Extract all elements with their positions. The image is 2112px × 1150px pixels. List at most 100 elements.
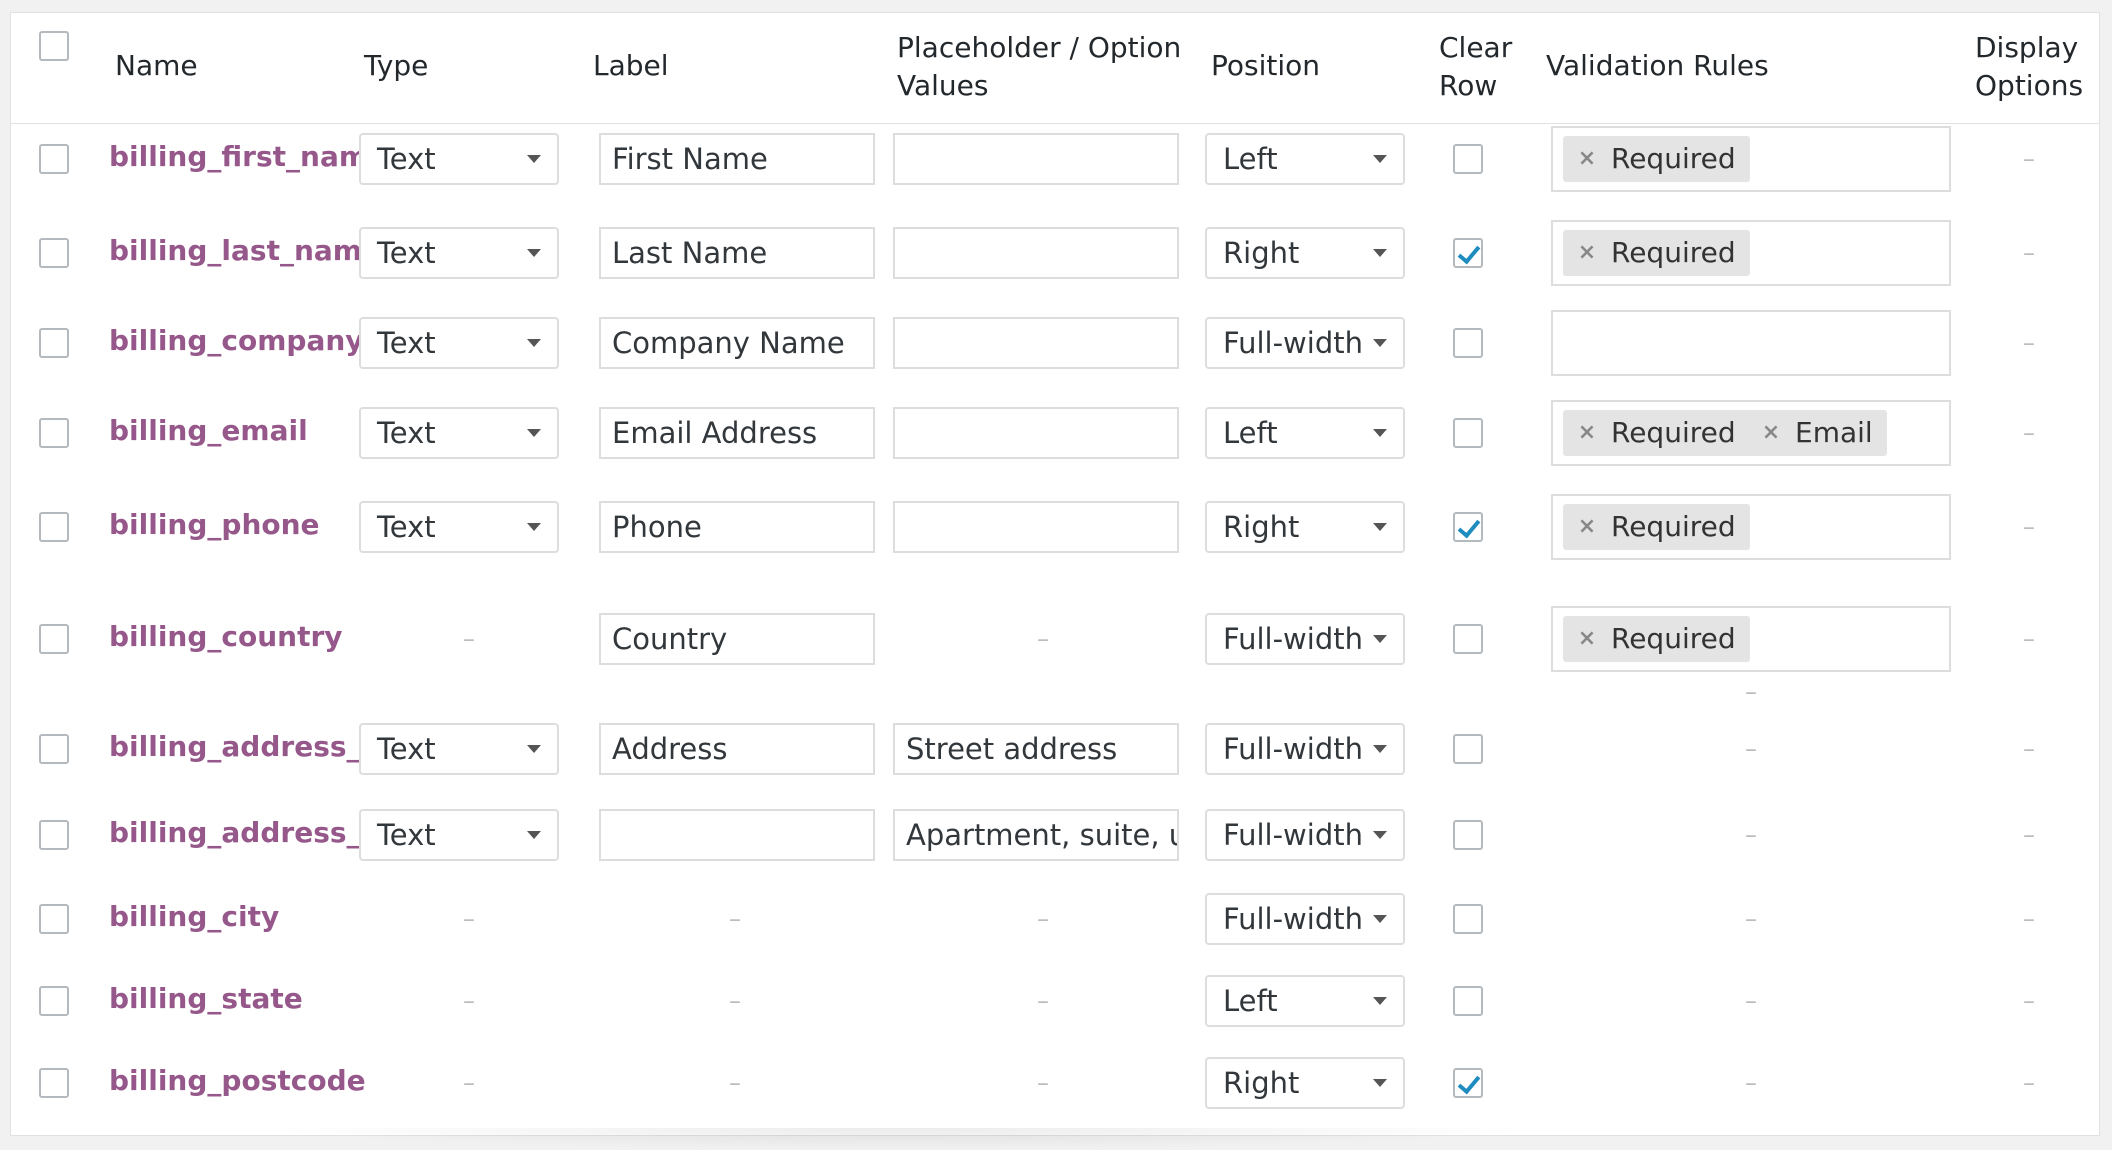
type-select[interactable]: Text xyxy=(359,501,559,553)
empty-display-options-marker: – xyxy=(2023,145,2035,173)
row-select-checkbox[interactable] xyxy=(39,144,69,174)
placeholder-input[interactable] xyxy=(893,227,1179,279)
validation-rules-select[interactable]: × Required xyxy=(1551,126,1951,192)
select-all-checkbox[interactable] xyxy=(39,31,69,61)
chevron-down-icon xyxy=(527,523,541,531)
field-name-link[interactable]: billing_first_name xyxy=(109,137,387,177)
position-select[interactable]: Right xyxy=(1205,227,1405,279)
label-input[interactable]: First Name xyxy=(599,133,875,185)
clear-row-checkbox[interactable] xyxy=(1453,238,1483,268)
field-name-link[interactable]: billing_state xyxy=(109,979,303,1019)
position-select-value: Left xyxy=(1223,416,1278,450)
field-name-link[interactable]: billing_email xyxy=(109,411,308,451)
chevron-down-icon xyxy=(1373,1079,1387,1087)
position-select-value: Left xyxy=(1223,984,1278,1018)
label-input[interactable]: Email Address xyxy=(599,407,875,459)
row-select-checkbox[interactable] xyxy=(39,418,69,448)
empty-label-marker: – xyxy=(729,905,741,933)
validation-rules-select[interactable]: × Required xyxy=(1551,606,1951,672)
field-name-link[interactable]: billing_company xyxy=(109,321,364,361)
placeholder-input[interactable] xyxy=(893,317,1179,369)
position-select[interactable]: Left xyxy=(1205,133,1405,185)
remove-tag-icon[interactable]: × xyxy=(1575,504,1599,550)
validation-rules-select[interactable]: × Required × Email xyxy=(1551,400,1951,466)
type-select[interactable]: Text xyxy=(359,407,559,459)
field-name-link[interactable]: billing_country xyxy=(109,617,343,657)
type-select[interactable]: Text xyxy=(359,723,559,775)
row-select-checkbox[interactable] xyxy=(39,904,69,934)
field-name-link[interactable]: billing_postcode xyxy=(109,1061,366,1101)
field-name-link[interactable]: billing_address_1 xyxy=(109,727,380,767)
remove-tag-icon[interactable]: × xyxy=(1575,616,1599,662)
position-select[interactable]: Full-width xyxy=(1205,317,1405,369)
position-select[interactable]: Left xyxy=(1205,407,1405,459)
type-select[interactable]: Text xyxy=(359,317,559,369)
label-input[interactable] xyxy=(599,809,875,861)
clear-row-checkbox[interactable] xyxy=(1453,144,1483,174)
placeholder-input[interactable]: Apartment, suite, ur xyxy=(893,809,1179,861)
field-name-link[interactable]: billing_phone xyxy=(109,505,320,545)
position-select[interactable]: Full-width xyxy=(1205,723,1405,775)
empty-label-marker: – xyxy=(729,987,741,1015)
row-select-checkbox[interactable] xyxy=(39,820,69,850)
row-select-checkbox[interactable] xyxy=(39,986,69,1016)
clear-row-checkbox[interactable] xyxy=(1453,820,1483,850)
field-name-link[interactable]: billing_city xyxy=(109,897,279,937)
label-input[interactable]: Company Name xyxy=(599,317,875,369)
type-select[interactable]: Text xyxy=(359,227,559,279)
field-name-link[interactable]: billing_address_2 xyxy=(109,813,380,853)
type-select[interactable]: Text xyxy=(359,133,559,185)
table-header: Name Type Label Placeholder / Option Val… xyxy=(11,13,2099,124)
empty-placeholder-marker: – xyxy=(1037,1069,1049,1097)
label-input[interactable]: Address xyxy=(599,723,875,775)
clear-row-checkbox[interactable] xyxy=(1453,328,1483,358)
clear-row-checkbox[interactable] xyxy=(1453,734,1483,764)
label-input[interactable]: Country xyxy=(599,613,875,665)
remove-tag-icon[interactable]: × xyxy=(1575,230,1599,276)
empty-validation-marker: – xyxy=(1745,905,1757,933)
clear-row-checkbox[interactable] xyxy=(1453,418,1483,448)
chevron-down-icon xyxy=(1373,635,1387,643)
chevron-down-icon xyxy=(527,745,541,753)
placeholder-input[interactable] xyxy=(893,501,1179,553)
row-select-checkbox[interactable] xyxy=(39,624,69,654)
row-select-checkbox[interactable] xyxy=(39,512,69,542)
chevron-down-icon xyxy=(527,429,541,437)
validation-rules-select[interactable]: × Required xyxy=(1551,494,1951,560)
label-input[interactable]: Phone xyxy=(599,501,875,553)
validation-tag: × Required xyxy=(1563,504,1750,550)
field-name-link[interactable]: billing_last_name xyxy=(109,231,381,271)
position-select[interactable]: Right xyxy=(1205,1057,1405,1109)
empty-placeholder-marker: – xyxy=(1037,905,1049,933)
row-select-checkbox[interactable] xyxy=(39,238,69,268)
type-select[interactable]: Text xyxy=(359,809,559,861)
remove-tag-icon[interactable]: × xyxy=(1575,410,1599,456)
chevron-down-icon xyxy=(1373,155,1387,163)
validation-rules-select[interactable]: × Required xyxy=(1551,220,1951,286)
position-select[interactable]: Full-width xyxy=(1205,893,1405,945)
position-select[interactable]: Left xyxy=(1205,975,1405,1027)
clear-row-checkbox[interactable] xyxy=(1453,986,1483,1016)
position-select[interactable]: Full-width xyxy=(1205,809,1405,861)
type-select-value: Text xyxy=(377,236,436,270)
clear-row-checkbox[interactable] xyxy=(1453,1068,1483,1098)
label-input[interactable]: Last Name xyxy=(599,227,875,279)
clear-row-checkbox[interactable] xyxy=(1453,624,1483,654)
position-select[interactable]: Right xyxy=(1205,501,1405,553)
header-position: Position xyxy=(1211,49,1321,82)
placeholder-input[interactable] xyxy=(893,133,1179,185)
validation-rules-select[interactable] xyxy=(1551,310,1951,376)
position-select[interactable]: Full-width xyxy=(1205,613,1405,665)
remove-tag-icon[interactable]: × xyxy=(1759,410,1783,456)
row-select-checkbox[interactable] xyxy=(39,734,69,764)
remove-tag-icon[interactable]: × xyxy=(1575,136,1599,182)
empty-type-marker: – xyxy=(463,905,475,933)
row-select-checkbox[interactable] xyxy=(39,328,69,358)
validation-tag-label: Required xyxy=(1611,510,1736,543)
placeholder-input[interactable] xyxy=(893,407,1179,459)
placeholder-input[interactable]: Street address xyxy=(893,723,1179,775)
bottom-shadow xyxy=(260,1128,1540,1150)
clear-row-checkbox[interactable] xyxy=(1453,512,1483,542)
clear-row-checkbox[interactable] xyxy=(1453,904,1483,934)
row-select-checkbox[interactable] xyxy=(39,1068,69,1098)
